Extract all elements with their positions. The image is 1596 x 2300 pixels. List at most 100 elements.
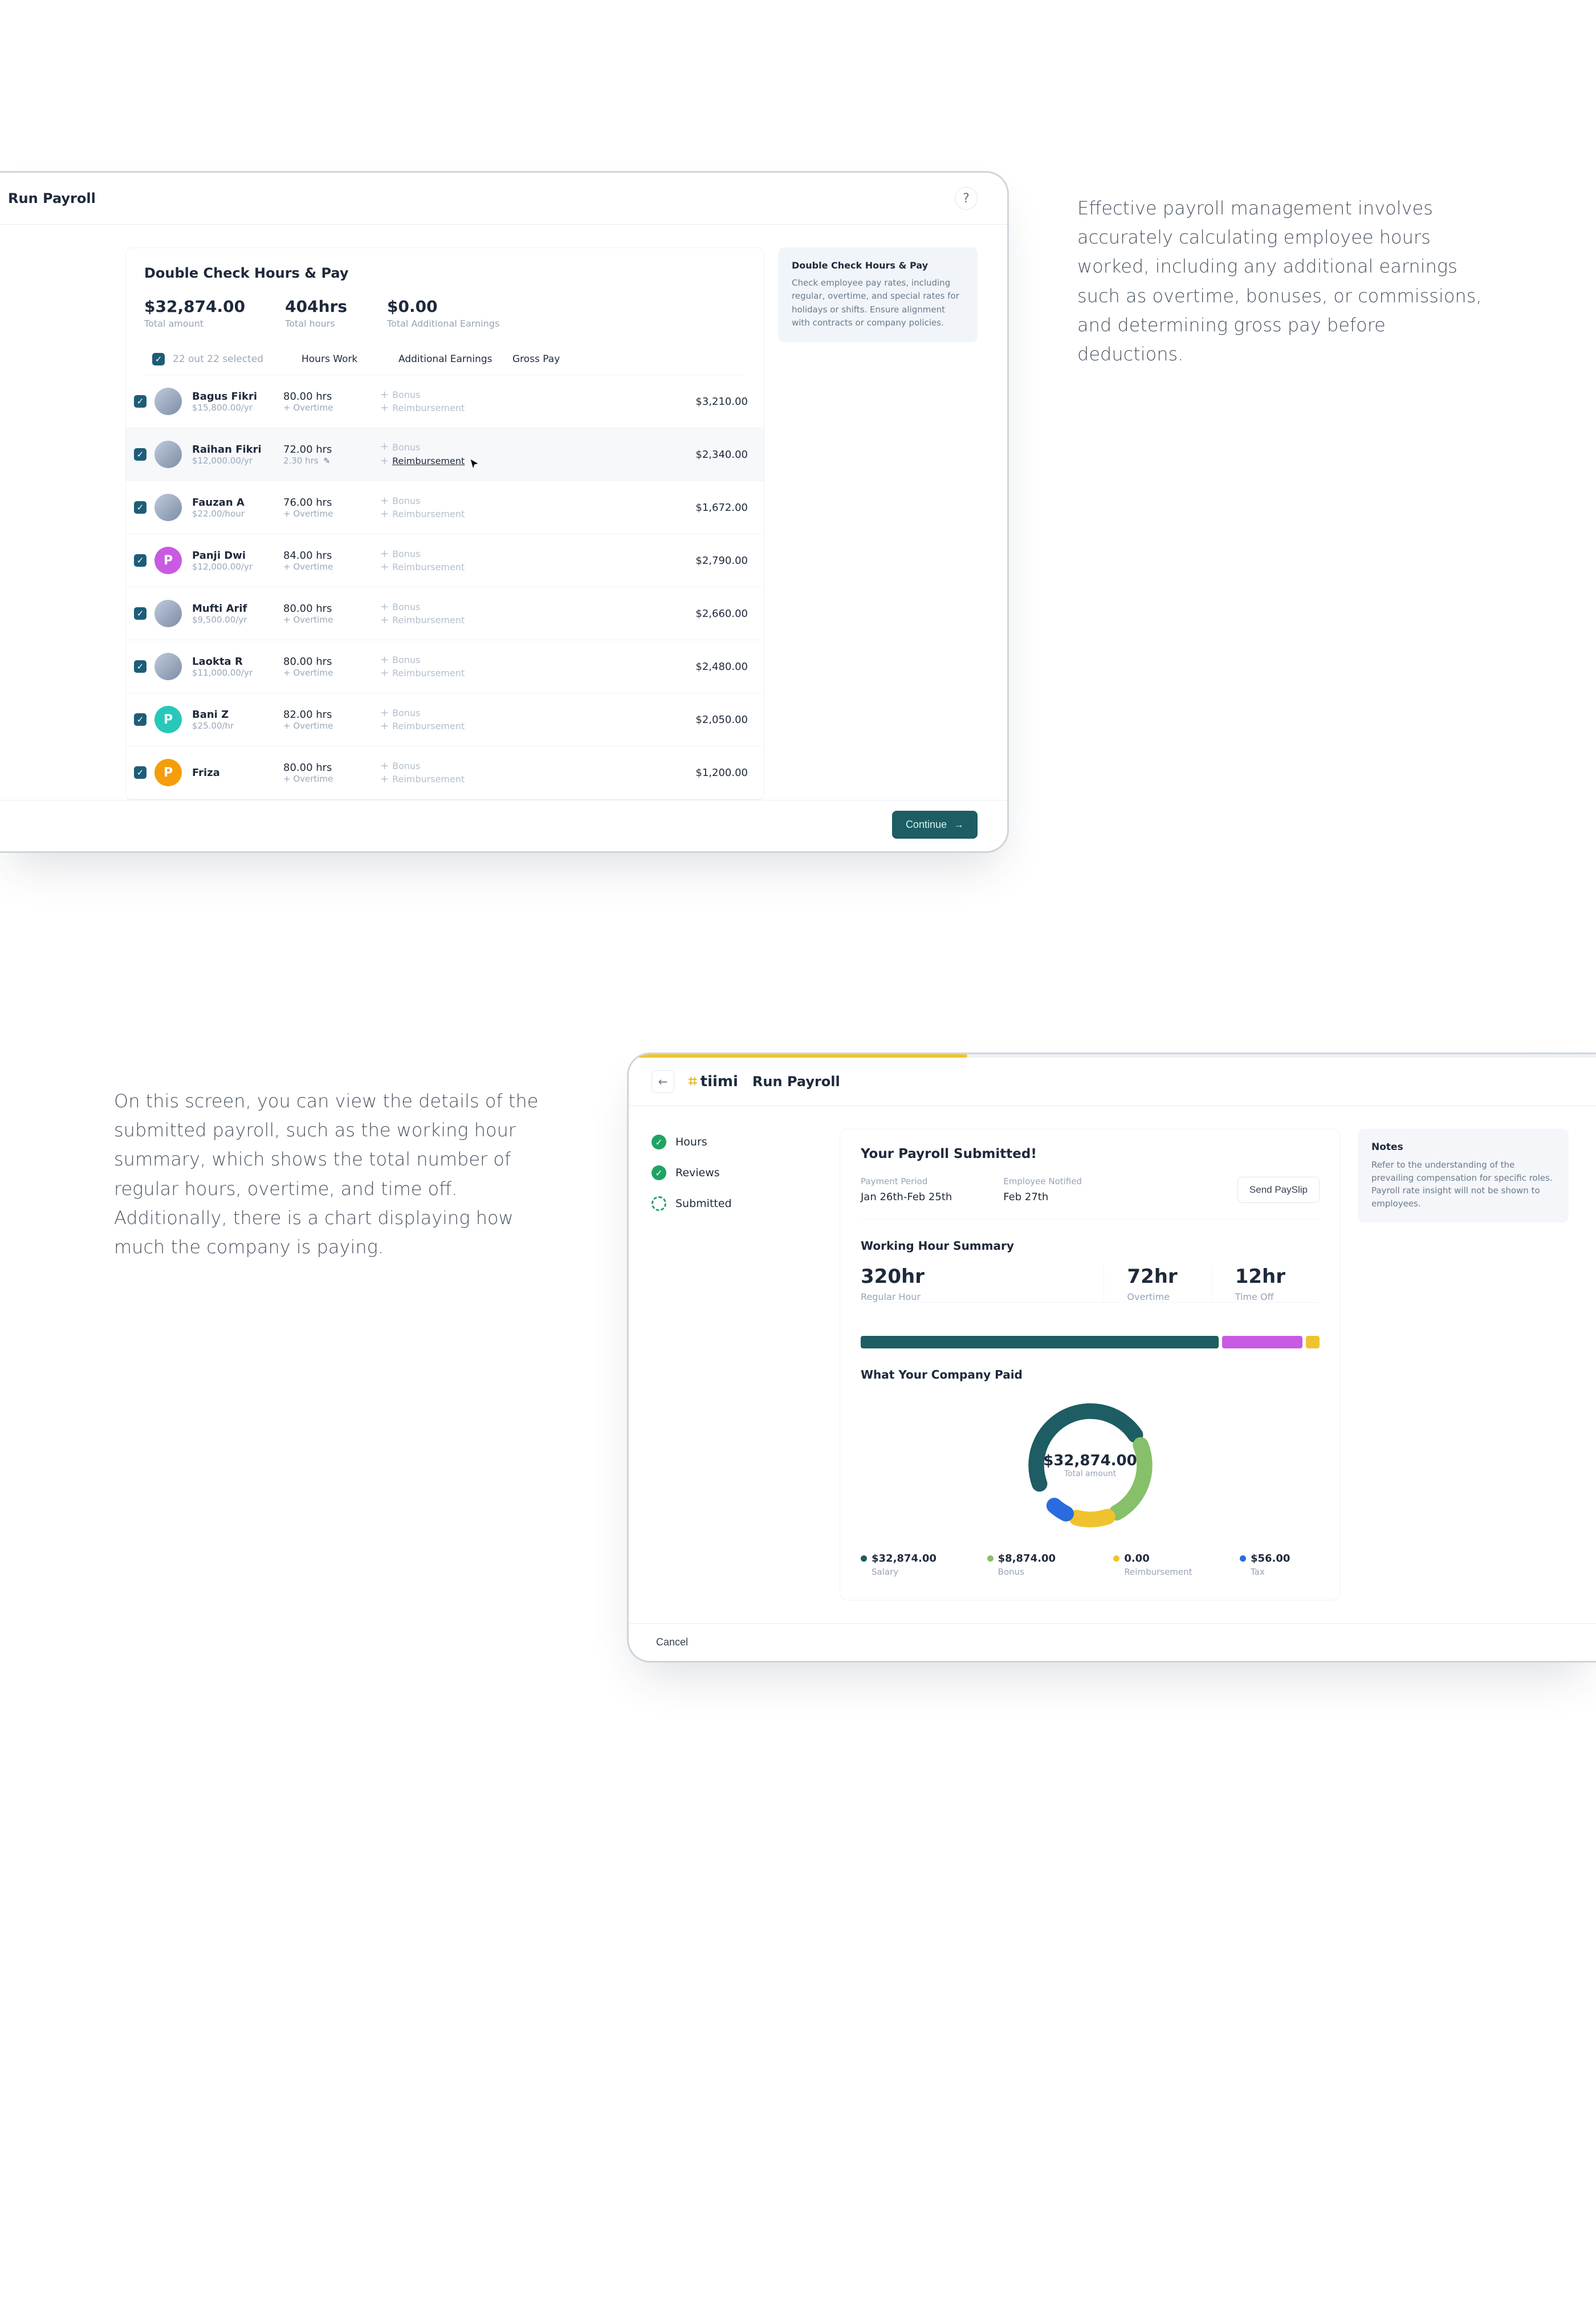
employee-name: Fauzan A	[192, 497, 283, 509]
hours-bar-chart	[861, 1336, 1320, 1348]
employee-rate: $15,800.00/yr	[192, 403, 283, 413]
employee-row[interactable]: ✓ Mufti Arif$9,500.00/yr 80.00 hrs+ Over…	[126, 587, 764, 640]
progress-bar	[629, 1054, 1596, 1058]
employee-row[interactable]: ✓ Fauzan A$22.00/hour 76.00 hrs+ Overtim…	[126, 481, 764, 534]
employee-rate: $22.00/hour	[192, 509, 283, 519]
card-title: Double Check Hours & Pay	[144, 265, 746, 281]
add-reimbursement[interactable]: + Reimbursement	[380, 721, 494, 732]
employee-rate: $9,500.00/yr	[192, 615, 283, 625]
notified-value: Feb 27th	[1003, 1191, 1082, 1203]
legend-value: 0.00	[1124, 1553, 1149, 1565]
row-hours: 82.00 hrs	[283, 709, 380, 721]
plus-icon: +	[380, 509, 389, 519]
row-checkbox[interactable]: ✓	[134, 660, 146, 673]
add-bonus[interactable]: + Bonus	[380, 495, 494, 506]
section1-caption: Effective payroll management involves ac…	[1077, 171, 1482, 369]
legend-dot-icon	[861, 1555, 867, 1562]
add-bonus[interactable]: + Bonus	[380, 761, 494, 771]
notes-aside: Notes Refer to the understanding of the …	[1358, 1129, 1569, 1600]
period-label: Payment Period	[861, 1176, 952, 1186]
add-bonus[interactable]: + Bonus	[380, 602, 494, 612]
continue-button[interactable]: Continue→	[892, 811, 978, 839]
add-reimbursement[interactable]: + Reimbursement	[380, 509, 494, 519]
row-gross: $1,672.00	[494, 502, 764, 514]
row-checkbox[interactable]: ✓	[134, 554, 146, 567]
plus-icon: +	[380, 708, 389, 718]
donut-total-label: Total amount	[1064, 1469, 1116, 1478]
send-payslip-button[interactable]: Send PaySlip	[1237, 1177, 1320, 1203]
plus-icon: +	[380, 615, 389, 625]
section2-caption: On this screen, you can view the details…	[114, 1053, 559, 1262]
legend-item: $8,874.00Bonus	[987, 1553, 1067, 1577]
add-reimbursement[interactable]: + Reimbursement	[380, 403, 494, 413]
row-checkbox[interactable]: ✓	[134, 713, 146, 726]
back-button[interactable]: ←	[652, 1070, 674, 1093]
period-value: Jan 26th-Feb 25th	[861, 1191, 952, 1203]
add-reimbursement[interactable]: + Reimbursement	[380, 668, 494, 678]
employee-name: Friza	[192, 767, 283, 779]
add-reimbursement[interactable]: + Reimbursement	[380, 455, 494, 468]
plus-icon: +	[380, 442, 389, 452]
row-checkbox[interactable]: ✓	[134, 501, 146, 514]
step-reviews[interactable]: ✓Reviews	[652, 1165, 823, 1180]
add-bonus[interactable]: + Bonus	[380, 548, 494, 559]
row-checkbox[interactable]: ✓	[134, 766, 146, 779]
donut-total: $32,874.00	[1043, 1452, 1137, 1469]
row-checkbox[interactable]: ✓	[134, 448, 146, 461]
row-gross: $2,050.00	[494, 714, 764, 726]
row-checkbox[interactable]: ✓	[134, 395, 146, 408]
employee-row[interactable]: ✓ Laokta R$11,000.00/yr 80.00 hrs+ Overt…	[126, 640, 764, 693]
employee-row[interactable]: ✓ P Bani Z$25.00/hr 82.00 hrs+ Overtime …	[126, 693, 764, 746]
edit-icon[interactable]: ✎	[323, 457, 330, 466]
plus-icon: +	[380, 390, 389, 400]
plus-icon: +	[380, 456, 389, 466]
step-hours[interactable]: ✓Hours	[652, 1135, 823, 1149]
add-bonus[interactable]: + Bonus	[380, 655, 494, 665]
total-hours: 404hrs	[285, 297, 347, 316]
plus-icon: +	[380, 721, 389, 732]
select-all-checkbox[interactable]: ✓	[152, 353, 165, 365]
add-bonus[interactable]: + Bonus	[380, 389, 494, 400]
employee-row[interactable]: ✓ P Panji Dwi$12,000.00/yr 84.00 hrs+ Ov…	[126, 534, 764, 587]
row-checkbox[interactable]: ✓	[134, 607, 146, 620]
aside-title: Double Check Hours & Pay	[792, 260, 964, 271]
avatar	[154, 494, 182, 521]
employee-row[interactable]: ✓ P Friza 80.00 hrs+ Overtime + Bonus + …	[126, 746, 764, 799]
plus-icon: +	[380, 602, 389, 612]
employee-rows: ✓ Bagus Fikri$15,800.00/yr 80.00 hrs+ Ov…	[126, 375, 764, 799]
cancel-button[interactable]: Cancel	[656, 1636, 688, 1648]
avatar	[154, 441, 182, 468]
add-reimbursement[interactable]: + Reimbursement	[380, 774, 494, 785]
total-amount: $32,874.00	[144, 297, 245, 316]
legend-label: Bonus	[998, 1567, 1024, 1577]
plus-icon: +	[380, 403, 389, 413]
employee-name: Panji Dwi	[192, 550, 283, 562]
employee-rate: $11,000.00/yr	[192, 668, 283, 678]
plus-icon: +	[380, 655, 389, 665]
help-button[interactable]: ?	[955, 187, 978, 210]
notified-label: Employee Notified	[1003, 1176, 1082, 1186]
regular-hours: 320hr	[861, 1265, 1069, 1288]
step-submitted[interactable]: Submitted	[652, 1196, 823, 1211]
plus-icon: +	[380, 774, 389, 785]
add-bonus[interactable]: + Bonus	[380, 708, 494, 718]
aside-body: Check employee pay rates, including regu…	[792, 277, 964, 330]
plus-icon: +	[380, 761, 389, 771]
timeoff-hours: 12hr	[1235, 1265, 1285, 1288]
employee-row[interactable]: ✓ Raihan Fikri$12,000.00/yr 72.00 hrs2.3…	[126, 428, 764, 481]
legend-item: 0.00 Reimbursement	[1113, 1553, 1193, 1577]
row-hours: 72.00 hrs	[283, 444, 380, 456]
employee-rate: $12,000.00/yr	[192, 562, 283, 572]
check-icon: ✓	[652, 1135, 666, 1149]
payroll-check-window: Run Payroll ? Double Check Hours & Pay $…	[0, 171, 1009, 853]
step-label: Reviews	[675, 1167, 720, 1179]
step-label: Submitted	[675, 1197, 732, 1210]
avatar: P	[154, 547, 182, 574]
add-bonus[interactable]: + Bonus	[380, 442, 494, 453]
add-reimbursement[interactable]: + Reimbursement	[380, 562, 494, 572]
legend-label: Reimbursement	[1124, 1567, 1192, 1577]
employee-row[interactable]: ✓ Bagus Fikri$15,800.00/yr 80.00 hrs+ Ov…	[126, 375, 764, 428]
row-gross: $2,340.00	[494, 449, 764, 461]
add-reimbursement[interactable]: + Reimbursement	[380, 615, 494, 625]
payroll-submitted-window: ← ⌗tiimi Run Payroll ✓Hours✓ReviewsSubmi…	[627, 1053, 1596, 1663]
